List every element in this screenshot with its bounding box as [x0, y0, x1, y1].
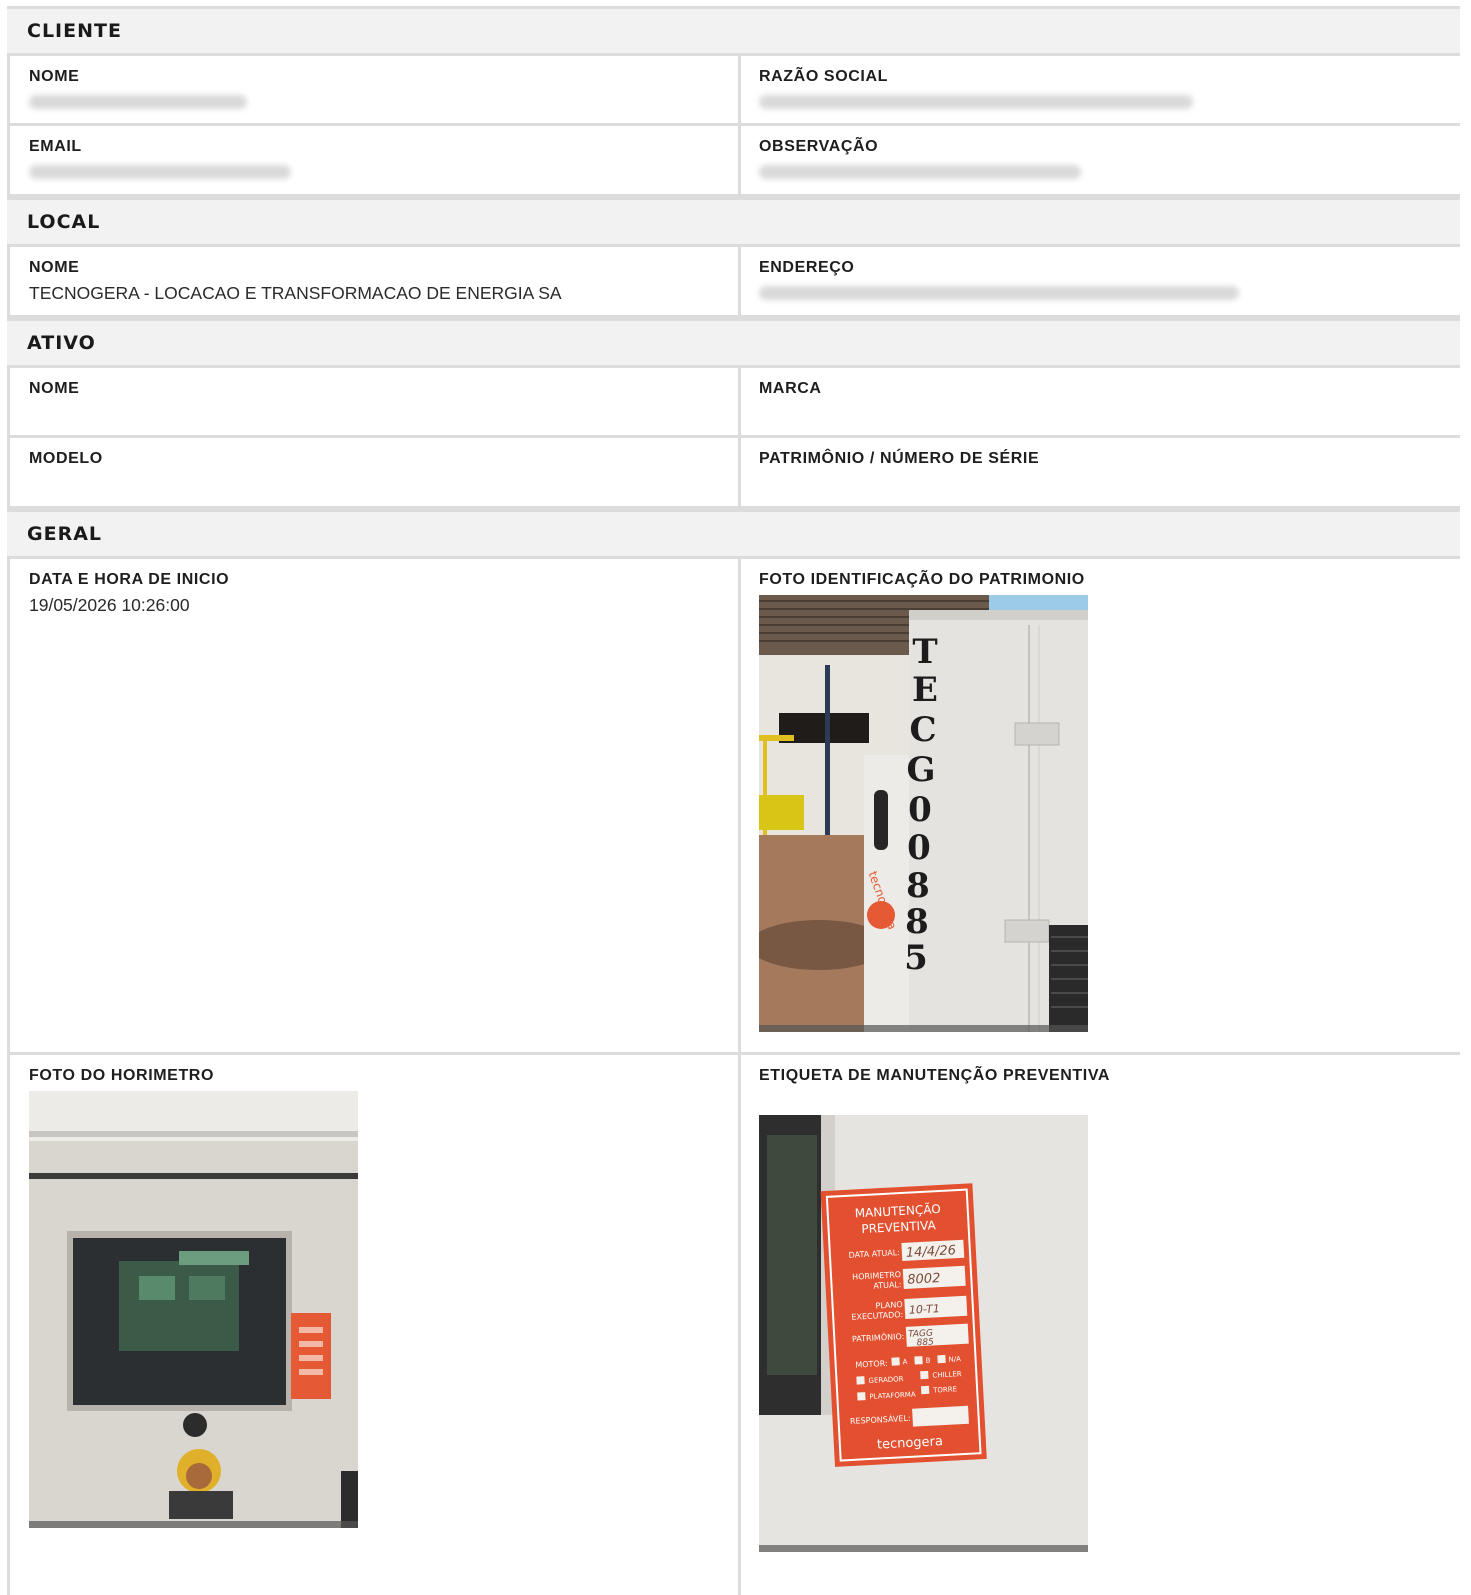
row-cliente-2: EMAIL OBSERVAÇÃO — [7, 126, 1460, 197]
field-geral-etiqueta: ETIQUETA DE MANUTENÇÃO PREVENTIVA MANUTE… — [741, 1055, 1460, 1595]
field-label: OBSERVAÇÃO — [759, 138, 879, 155]
stencil-char: C — [909, 710, 936, 750]
field-geral-foto-horimetro: FOTO DO HORIMETRO — [10, 1055, 741, 1595]
tag-value: 885 — [916, 1337, 934, 1348]
row-cliente-1: NOME RAZÃO SOCIAL — [7, 56, 1460, 126]
stencil-char: T — [912, 632, 937, 672]
stencil-char: G — [906, 750, 935, 790]
field-geral-foto-patrimonio: FOTO IDENTIFICAÇÃO DO PATRIMONIO tecnoge… — [741, 559, 1460, 1052]
stencil-char: E — [912, 670, 938, 710]
stencil-char: 8 — [905, 902, 929, 942]
row-geral-1: DATA E HORA DE INICIO 19/05/2026 10:26:0… — [7, 559, 1460, 1055]
tag-value: 8002 — [907, 1271, 941, 1288]
field-ativo-marca: MARCA — [741, 368, 1460, 435]
section-header-cliente: CLIENTE — [7, 6, 1460, 56]
field-local-endereco: ENDEREÇO — [741, 247, 1460, 315]
field-label: ETIQUETA DE MANUTENÇÃO PREVENTIVA — [759, 1067, 1111, 1084]
redacted-value — [29, 95, 247, 109]
field-cliente-email: EMAIL — [10, 126, 741, 194]
photo-patrimonio-image: tecnogera T E C G 0 0 8 8 5 — [759, 595, 1088, 1032]
tag-option: A — [902, 1358, 907, 1366]
field-label: MARCA — [759, 380, 822, 397]
row-local-1: NOME TECNOGERA - LOCACAO E TRANSFORMACAO… — [7, 247, 1460, 318]
field-value: 19/05/2026 10:26:00 — [29, 595, 190, 615]
tag-option: CHILLER — [932, 1370, 962, 1380]
field-label: DATA E HORA DE INICIO — [29, 571, 230, 588]
field-label: MODELO — [29, 450, 103, 467]
field-label: NOME — [29, 68, 80, 85]
section-header-ativo: ATIVO — [7, 318, 1460, 368]
photo-horimetro[interactable] — [29, 1091, 358, 1528]
tag-value: 10-T1 — [909, 1302, 941, 1317]
field-cliente-nome: NOME — [10, 56, 741, 123]
stencil-char: 0 — [908, 790, 932, 830]
redacted-value — [759, 95, 1193, 109]
photo-horimetro-image — [29, 1091, 358, 1528]
report: CLIENTE NOME RAZÃO SOCIAL EMAIL OBSERVAÇ… — [7, 6, 1460, 1595]
redacted-value — [759, 165, 1081, 179]
field-label: PATRIMÔNIO / NÚMERO DE SÉRIE — [759, 450, 1040, 467]
tag-option: B — [925, 1357, 930, 1365]
tag-value: 14/4/26 — [906, 1243, 957, 1261]
tag-option: N/A — [948, 1355, 961, 1364]
stencil-char: 0 — [907, 828, 931, 868]
section-header-local: LOCAL — [7, 197, 1460, 247]
row-ativo-2: MODELO PATRIMÔNIO / NÚMERO DE SÉRIE — [7, 438, 1460, 509]
field-label: FOTO DO HORIMETRO — [29, 1067, 215, 1084]
field-ativo-patrimonio: PATRIMÔNIO / NÚMERO DE SÉRIE — [741, 438, 1460, 506]
stencil-char: 8 — [906, 866, 930, 906]
field-label: NOME — [29, 380, 80, 397]
field-local-nome: NOME TECNOGERA - LOCACAO E TRANSFORMACAO… — [10, 247, 741, 315]
field-label: EMAIL — [29, 138, 82, 155]
field-label: RAZÃO SOCIAL — [759, 68, 888, 85]
field-value: TECNOGERA - LOCACAO E TRANSFORMACAO DE E… — [29, 283, 562, 303]
field-label: FOTO IDENTIFICAÇÃO DO PATRIMONIO — [759, 571, 1085, 588]
redacted-value — [29, 165, 291, 179]
tag-field-label: ATUAL: — [873, 1280, 902, 1290]
field-label: ENDEREÇO — [759, 259, 855, 276]
field-ativo-modelo: MODELO — [10, 438, 741, 506]
stencil-char: 5 — [904, 938, 928, 978]
field-cliente-razao-social: RAZÃO SOCIAL — [741, 56, 1460, 123]
section-header-geral: GERAL — [7, 509, 1460, 559]
tag-field-label: MOTOR: — [855, 1359, 888, 1370]
tag-field-label: PLANO — [875, 1300, 903, 1310]
row-ativo-1: NOME MARCA — [7, 368, 1460, 438]
photo-etiqueta[interactable]: MANUTENÇÃO PREVENTIVA DATA ATUAL: HORIME… — [759, 1115, 1088, 1552]
redacted-value — [759, 286, 1239, 300]
field-cliente-observacao: OBSERVAÇÃO — [741, 126, 1460, 194]
tag-option: TORRE — [932, 1385, 957, 1394]
photo-patrimonio[interactable]: tecnogera T E C G 0 0 8 8 5 — [759, 595, 1088, 1032]
row-geral-2: FOTO DO HORIMETRO ETIQUETA DE MANUTENÇÃO… — [7, 1055, 1460, 1595]
field-ativo-nome: NOME — [10, 368, 741, 435]
field-label: NOME — [29, 259, 80, 276]
field-geral-data-inicio: DATA E HORA DE INICIO 19/05/2026 10:26:0… — [10, 559, 741, 1052]
photo-etiqueta-image: MANUTENÇÃO PREVENTIVA DATA ATUAL: HORIME… — [759, 1115, 1088, 1552]
